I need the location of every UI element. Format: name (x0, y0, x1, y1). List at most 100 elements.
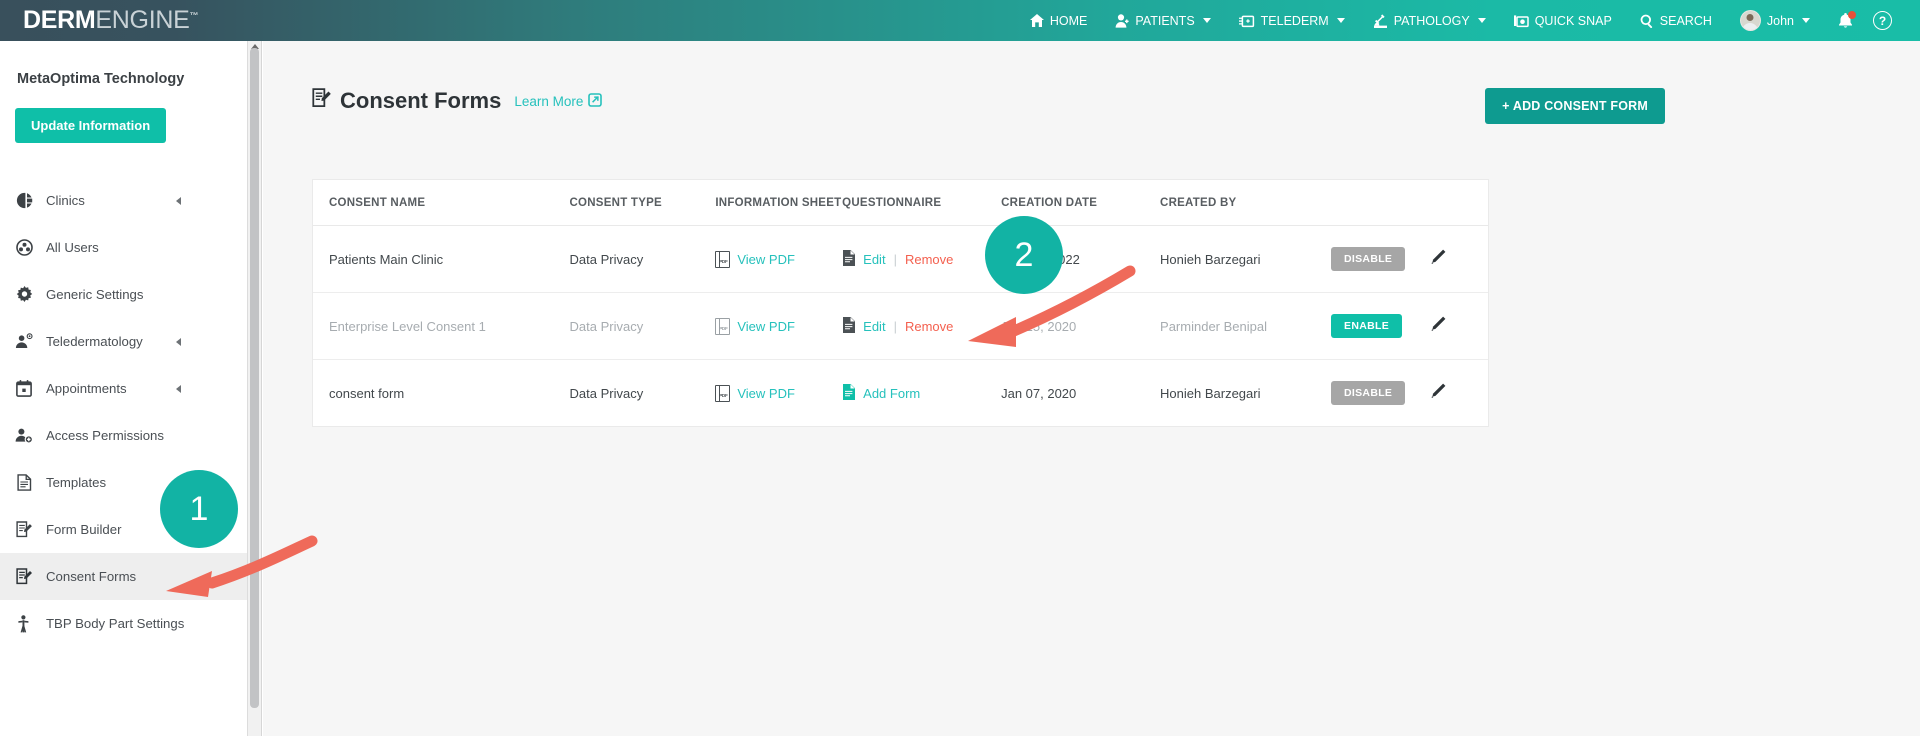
cell-consent-name: Patients Main Clinic (313, 225, 570, 293)
learn-more-link[interactable]: Learn More (514, 92, 603, 110)
sidebar-item-tbp-body-part-settings[interactable]: TBP Body Part Settings (0, 600, 247, 647)
pencil-icon[interactable] (1428, 382, 1447, 401)
add-document-icon (842, 383, 856, 403)
top-navigation-bar: DERMENGINE™ HOME PATIENTS TELEDERM PATHO… (0, 0, 1920, 41)
sidebar-item-teledermatology-label: Teledermatology (46, 334, 143, 349)
scrollbar-thumb[interactable] (250, 48, 259, 708)
view-pdf-label: View PDF (737, 251, 795, 267)
avatar (1739, 10, 1761, 31)
cell-consent-type: Data Privacy (569, 385, 644, 401)
quick-snap-icon (1513, 14, 1529, 28)
view-pdf-link[interactable]: View PDF (715, 384, 842, 402)
nav-item-quick-snap-label: QUICK SNAP (1534, 13, 1612, 28)
organization-name: MetaOptima Technology (17, 71, 185, 87)
nav-item-home[interactable]: HOME (1016, 0, 1102, 41)
disable-button[interactable]: DISABLE (1331, 247, 1406, 271)
cell-edit (1428, 360, 1488, 427)
logo-trademark: ™ (189, 10, 199, 21)
calendar-icon (9, 380, 39, 397)
column-header-toggle (1331, 180, 1428, 226)
app-logo[interactable]: DERMENGINE™ (23, 8, 198, 33)
cell-information-sheet: View PDF (715, 225, 843, 293)
cell-edit (1427, 292, 1488, 360)
remove-link[interactable]: Remove (905, 319, 953, 334)
cell-questionnaire: Edit | Remove (842, 225, 1002, 293)
update-information-button[interactable]: Update Information (15, 108, 167, 143)
view-pdf-link[interactable]: View PDF (715, 317, 842, 335)
questionnaire-actions: Edit | Remove (842, 249, 1001, 269)
nav-item-home-label: HOME (1049, 13, 1088, 28)
home-icon (1029, 14, 1044, 27)
nav-item-pathology-label: PATHOLOGY (1393, 13, 1470, 28)
sidebar-item-teledermatology[interactable]: Teledermatology (0, 318, 247, 365)
disable-button[interactable]: DISABLE (1331, 381, 1406, 405)
help-icon: ? (1873, 11, 1892, 30)
sidebar-menu: Clinics All Users Generic Settings Teled… (0, 177, 247, 647)
action-separator: | (893, 251, 897, 267)
nav-item-telederm[interactable]: TELEDERM (1225, 0, 1359, 41)
pencil-icon[interactable] (1428, 248, 1447, 267)
logo-text-light: ENGINE (95, 6, 190, 34)
notifications-button[interactable] (1824, 0, 1867, 41)
sidebar-item-access-permissions[interactable]: Access Permissions (0, 412, 247, 459)
top-nav-items: HOME PATIENTS TELEDERM PATHOLOGY QUICK S… (1016, 0, 1920, 41)
user-menu[interactable]: John (1726, 0, 1824, 41)
sidebar-item-all-users[interactable]: All Users (0, 224, 247, 271)
enable-button[interactable]: ENABLE (1331, 314, 1403, 338)
add-form-link[interactable]: Add Form (842, 383, 1001, 403)
logo-text-bold: DERM (23, 6, 96, 34)
pencil-icon[interactable] (1428, 315, 1447, 334)
body-part-icon (9, 614, 39, 633)
external-link-icon (588, 92, 603, 110)
sidebar-item-appointments-label: Appointments (46, 381, 127, 396)
pdf-icon (715, 250, 731, 268)
table-row: consent form Data Privacy View PDF (313, 360, 1488, 427)
nav-item-patients[interactable]: PATIENTS (1101, 0, 1224, 41)
notification-badge (1848, 10, 1856, 19)
pdf-icon (715, 317, 731, 335)
sidebar-item-appointments[interactable]: Appointments (0, 365, 247, 412)
nav-item-quick-snap[interactable]: QUICK SNAP (1500, 0, 1626, 41)
consent-forms-table: CONSENT NAME CONSENT TYPE INFORMATION SH… (313, 180, 1488, 426)
cell-created-by: Honieh Barzegari (1160, 385, 1261, 401)
access-permissions-icon (9, 427, 39, 444)
column-header-questionnaire: QUESTIONNAIRE (842, 180, 1002, 226)
clinics-icon (9, 192, 39, 209)
nav-item-patients-label: PATIENTS (1135, 13, 1195, 28)
add-consent-form-button[interactable]: + ADD CONSENT FORM (1485, 88, 1665, 124)
action-separator: | (893, 318, 897, 334)
column-header-information-sheet: INFORMATION SHEET (715, 180, 843, 226)
gear-icon (9, 286, 39, 303)
chevron-right-icon (176, 384, 181, 393)
sidebar-item-consent-forms[interactable]: Consent Forms (0, 553, 247, 600)
cell-questionnaire: Add Form (842, 360, 1001, 427)
chevron-right-icon (176, 196, 181, 205)
sidebar-item-all-users-label: All Users (46, 240, 99, 255)
cell-information-sheet: View PDF (715, 360, 842, 427)
consent-forms-table-card: CONSENT NAME CONSENT TYPE INFORMATION SH… (312, 179, 1489, 427)
sidebar-scrollbar[interactable] (248, 41, 262, 736)
nav-item-search-label: SEARCH (1659, 13, 1712, 28)
nav-item-pathology[interactable]: PATHOLOGY (1359, 0, 1500, 41)
chevron-right-icon (176, 337, 181, 346)
edit-link[interactable]: Edit (863, 252, 885, 267)
all-users-icon (9, 239, 39, 256)
view-pdf-label: View PDF (737, 318, 795, 334)
sidebar-item-templates-label: Templates (46, 475, 107, 490)
main-content: Consent Forms Learn More + ADD CONSENT F… (263, 41, 1920, 736)
help-button[interactable]: ? (1867, 0, 1902, 41)
view-pdf-link[interactable]: View PDF (715, 250, 842, 268)
annotation-marker-2: 2 (985, 216, 1063, 294)
nav-item-search[interactable]: SEARCH (1626, 0, 1726, 41)
sidebar-item-generic-settings[interactable]: Generic Settings (0, 271, 247, 318)
document-icon (9, 474, 39, 491)
cell-created-by: Parminder Benipal (1160, 292, 1332, 360)
user-menu-label: John (1766, 13, 1794, 28)
cell-toggle: ENABLE (1331, 292, 1428, 360)
remove-link[interactable]: Remove (905, 252, 953, 267)
document-icon (842, 249, 856, 269)
telederm-icon (1238, 14, 1255, 28)
cell-created-by: Honieh Barzegari (1160, 225, 1332, 293)
edit-link[interactable]: Edit (863, 319, 885, 334)
sidebar-item-clinics[interactable]: Clinics (0, 177, 247, 224)
